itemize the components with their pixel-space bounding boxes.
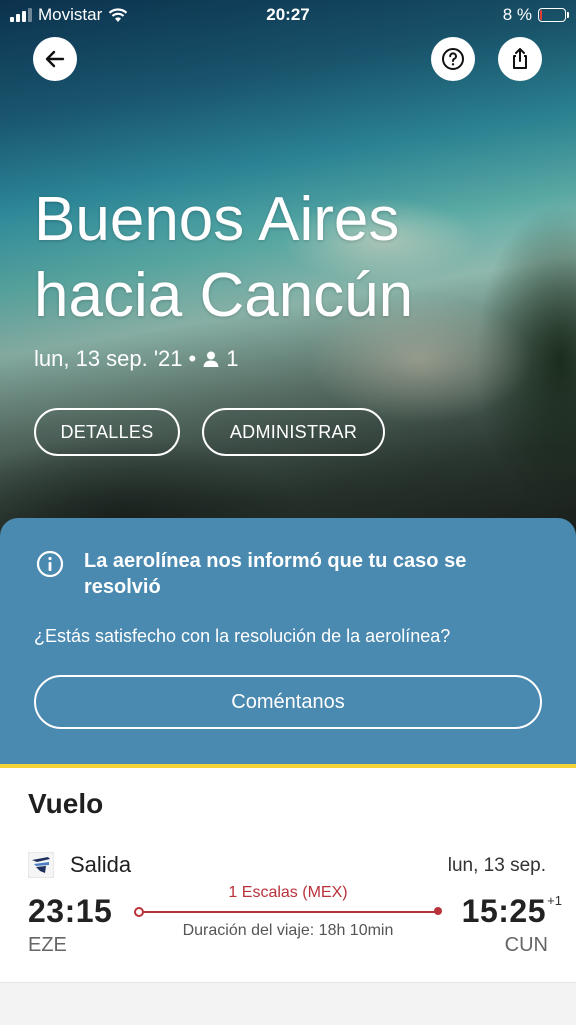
manage-button-label: ADMINISTRAR <box>229 421 358 442</box>
status-bar: Movistar 20:27 8 % <box>0 0 576 30</box>
battery-level <box>540 10 542 20</box>
departure-label: Salida <box>70 852 132 877</box>
help-button[interactable] <box>431 37 475 81</box>
route-start-dot <box>134 907 144 917</box>
trip-title-line1: Buenos Aires <box>34 185 400 254</box>
flight-date: lun, 13 sep. <box>447 855 546 876</box>
route-end-dot <box>434 907 442 915</box>
day-offset: +1 <box>547 893 562 908</box>
passenger-count: 1 <box>226 346 239 371</box>
battery-icon <box>538 8 569 22</box>
trip-duration: Duración del viaje: 18h 10min <box>182 922 394 939</box>
feedback-button-label: Coméntanos <box>231 690 345 713</box>
details-button-label: DETALLES <box>60 421 154 442</box>
details-button[interactable]: DETALLES <box>34 408 180 456</box>
arrow-left-icon <box>45 50 65 68</box>
stops-label: 1 Escalas (MEX) <box>228 884 348 901</box>
trip-subtitle: lun, 13 sep. '21 • 1 <box>34 346 239 372</box>
section-title: Vuelo <box>28 788 104 819</box>
trip-title: Buenos Aires hacia Cancún <box>34 182 554 334</box>
manage-button[interactable]: ADMINISTRAR <box>202 408 385 456</box>
destination-code: CUN <box>504 934 548 956</box>
person-icon <box>203 351 219 367</box>
question-icon <box>442 48 464 70</box>
status-time: 20:27 <box>266 5 310 24</box>
back-button[interactable] <box>33 37 77 81</box>
next-section <box>0 982 576 1025</box>
airline-logo-icon <box>28 852 54 878</box>
notice-title: La aerolínea nos informó que tu caso se … <box>84 550 467 598</box>
departure-time: 23:15 <box>28 893 113 929</box>
trip-date: lun, 13 sep. '21 <box>34 346 183 371</box>
feedback-button[interactable]: Coméntanos <box>34 675 542 729</box>
notice-question: ¿Estás satisfecho con la resolución de l… <box>34 626 451 646</box>
status-right: 8 % <box>502 5 569 25</box>
info-icon <box>36 550 64 578</box>
origin-code: EZE <box>28 934 67 956</box>
share-icon <box>513 48 527 69</box>
trip-title-line2: hacia Cancún <box>34 261 414 330</box>
arrival-time: 15:25 <box>461 893 546 929</box>
battery-percent: 8 % <box>502 5 532 24</box>
route-line <box>138 911 438 913</box>
separator-dot: • <box>188 346 197 371</box>
share-button[interactable] <box>498 37 542 81</box>
